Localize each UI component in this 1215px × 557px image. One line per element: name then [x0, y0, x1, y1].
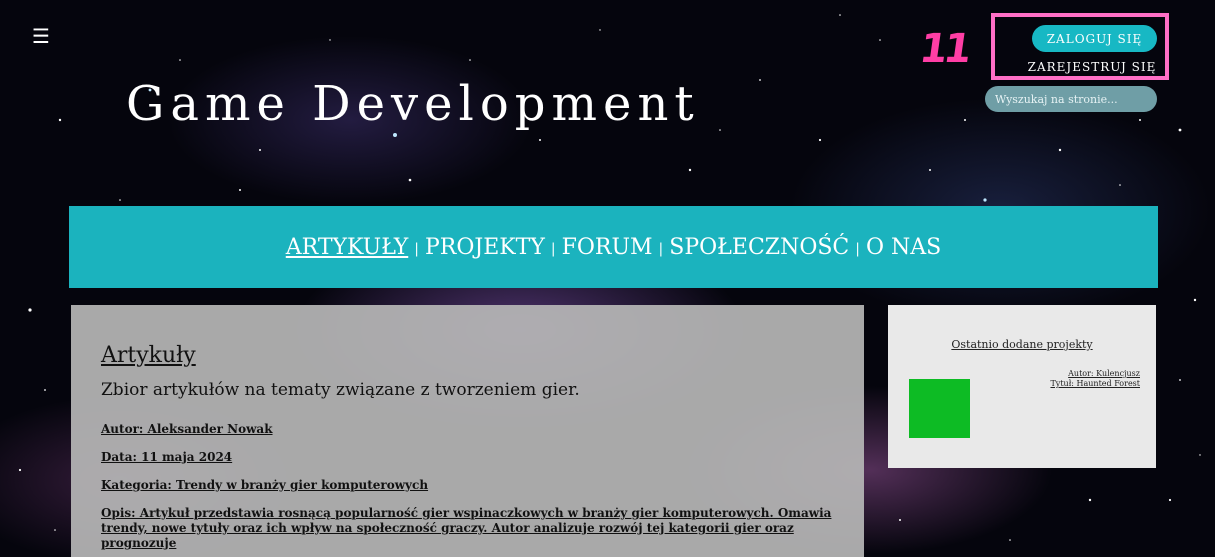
- project-author[interactable]: Autor: Kulencjusz: [1068, 369, 1140, 378]
- recent-projects-panel: Ostatnio dodane projekty Autor: Kulencju…: [888, 305, 1156, 468]
- nav-item-articles[interactable]: ARTYKUŁY: [286, 235, 408, 260]
- nav-separator: |: [414, 241, 419, 257]
- register-link[interactable]: ZAREJESTRUJ SIĘ: [1022, 60, 1162, 74]
- nav-separator: |: [658, 241, 664, 257]
- nav-separator: |: [855, 241, 860, 257]
- nav-item-community[interactable]: SPOŁECZNOŚĆ: [669, 235, 849, 260]
- nav-separator: |: [550, 241, 556, 257]
- nav-item-projects[interactable]: PROJEKTY: [425, 235, 545, 260]
- articles-intro: Zbior artykułów na tematy związane z two…: [101, 380, 580, 400]
- project-thumbnail[interactable]: [909, 379, 970, 438]
- hamburger-icon[interactable]: ☰: [32, 26, 50, 46]
- project-title[interactable]: Tytuł: Haunted Forest: [1050, 379, 1140, 388]
- article-date[interactable]: Data: 11 maja 2024: [101, 450, 834, 464]
- site-title: Game Development: [126, 76, 700, 132]
- login-button[interactable]: ZALOGUJ SIĘ: [1032, 25, 1157, 52]
- article-category[interactable]: Kategoria: Trendy w branży gier komputer…: [101, 478, 834, 492]
- main-navigation: ARTYKUŁY | PROJEKTY | FORUM | SPOŁECZNOŚ…: [69, 206, 1158, 288]
- nav-item-about[interactable]: O NAS: [866, 235, 941, 260]
- articles-panel: Artykuły Zbior artykułów na tematy związ…: [71, 305, 864, 557]
- article-description[interactable]: Opis: Artykuł przedstawia rosnącą popula…: [101, 506, 834, 551]
- search-input[interactable]: [985, 86, 1157, 112]
- articles-heading[interactable]: Artykuły: [101, 343, 834, 368]
- annotation-mark: 11: [916, 26, 971, 72]
- nav-item-forum[interactable]: FORUM: [562, 235, 653, 260]
- recent-projects-heading[interactable]: Ostatnio dodane projekty: [888, 338, 1156, 351]
- article-author[interactable]: Autor: Aleksander Nowak: [101, 422, 834, 436]
